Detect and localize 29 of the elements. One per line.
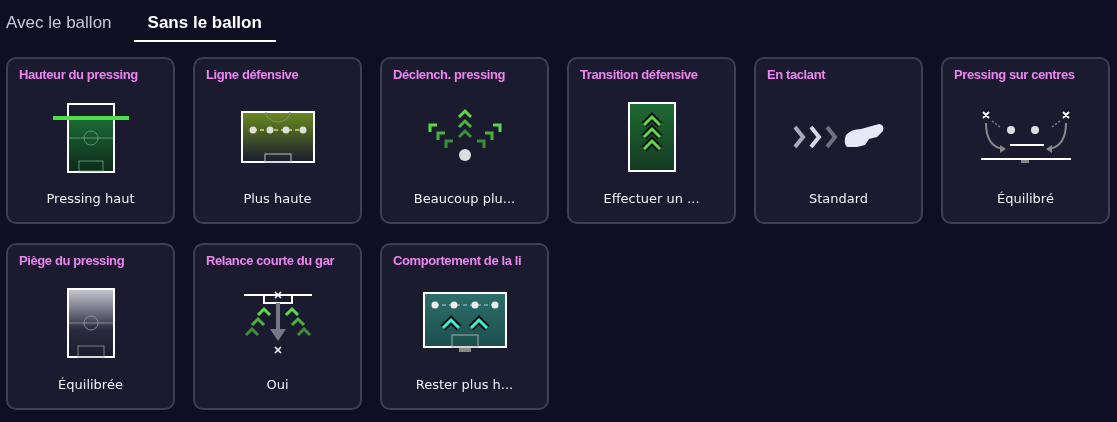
card-title: Pressing sur centres — [954, 67, 1075, 82]
tactic-card[interactable]: En taclant Standard — [754, 57, 923, 224]
tactic-card[interactable]: Comportement de la li Rester plus h... — [380, 243, 549, 410]
card-title: Ligne défensive — [206, 67, 299, 82]
card-title: Relance courte du gar — [206, 253, 335, 268]
card-title: Piège du pressing — [19, 253, 125, 268]
card-value: Plus haute — [243, 191, 312, 206]
card-value: Rester plus h... — [415, 377, 514, 392]
card-title: Déclench. pressing — [393, 67, 505, 82]
card-title: En taclant — [767, 67, 826, 82]
card-value: Standard — [808, 191, 869, 206]
card-title: Comportement de la li — [393, 253, 522, 268]
tactic-card[interactable]: Déclench. pressing Beaucoup plu... — [380, 57, 549, 224]
card-value: Oui — [266, 377, 289, 392]
tactic-card[interactable]: Piège du pressing Équilibrée — [6, 243, 175, 410]
tactic-card[interactable]: Ligne défensive Plus haute — [193, 57, 362, 224]
tactic-card[interactable]: Hauteur du pressing Pressing haut — [6, 57, 175, 224]
card-value: Beaucoup plu... — [413, 191, 516, 206]
tactic-card[interactable]: Relance courte du gar Oui — [193, 243, 362, 410]
card-value: Effectuer un ... — [603, 191, 700, 206]
tab[interactable]: Avec le ballon — [6, 0, 112, 42]
card-value: Équilibré — [997, 191, 1054, 206]
card-value: Pressing haut — [46, 191, 135, 206]
card-title: Transition défensive — [580, 67, 698, 82]
card-value: Équilibrée — [58, 377, 123, 392]
tactic-card[interactable]: Transition défensive Effectuer un ... — [567, 57, 736, 224]
tactic-card[interactable]: Pressing sur centres Équilibré — [941, 57, 1110, 224]
card-title: Hauteur du pressing — [19, 67, 138, 82]
tab[interactable]: Sans le ballon — [133, 0, 276, 42]
